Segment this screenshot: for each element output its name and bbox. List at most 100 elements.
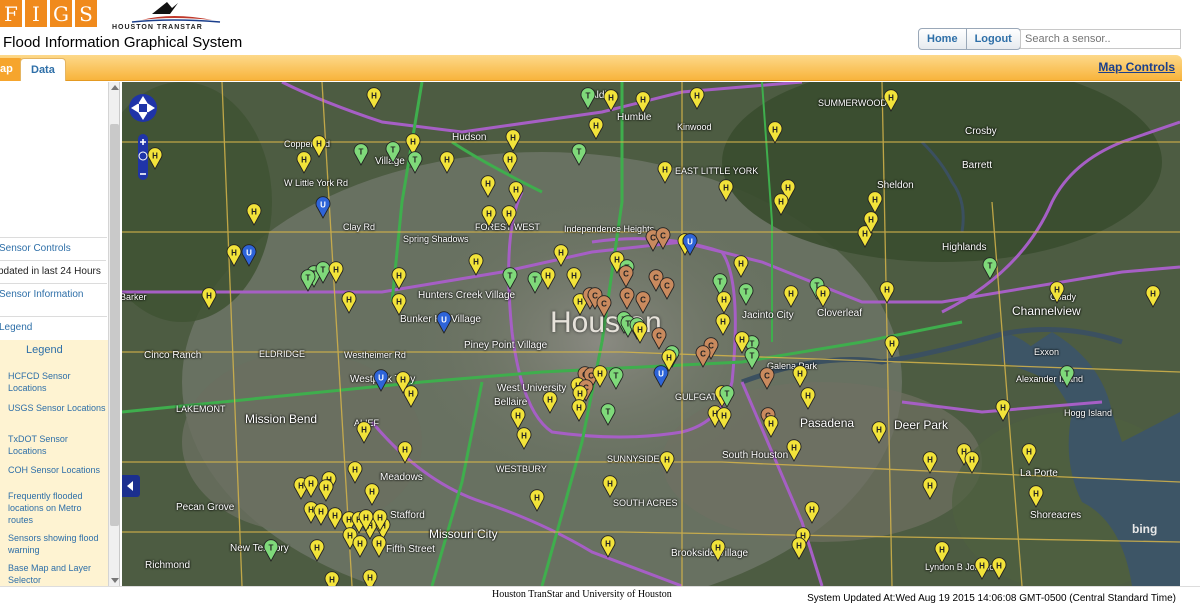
sensor-marker-hcfcd[interactable]: H xyxy=(600,535,616,558)
sensor-marker-txdot[interactable]: T xyxy=(719,385,735,408)
sensor-marker-hcfcd[interactable]: H xyxy=(296,151,312,174)
sensor-marker-hcfcd[interactable]: H xyxy=(480,175,496,198)
sensor-marker-usgs[interactable]: U xyxy=(315,196,331,219)
sensor-search-input[interactable] xyxy=(1020,29,1181,49)
scroll-down-icon[interactable] xyxy=(111,578,119,583)
sensor-marker-hcfcd[interactable]: H xyxy=(715,313,731,336)
sensor-marker-coh[interactable]: C xyxy=(659,277,675,300)
sensor-marker-hcfcd[interactable]: H xyxy=(358,509,374,532)
sensor-marker-hcfcd[interactable]: H xyxy=(352,535,368,558)
sensor-marker-hcfcd[interactable]: H xyxy=(371,535,387,558)
legend-item-base-map-selector[interactable]: Base Map and Layer Selector xyxy=(8,562,108,586)
sensor-marker-hcfcd[interactable]: H xyxy=(303,475,319,498)
sensor-marker-hcfcd[interactable]: H xyxy=(964,451,980,474)
sensor-marker-hcfcd[interactable]: H xyxy=(1049,281,1065,304)
sensor-marker-hcfcd[interactable]: H xyxy=(603,89,619,112)
sensor-marker-hcfcd[interactable]: H xyxy=(934,541,950,564)
sensor-marker-coh[interactable]: C xyxy=(635,291,651,314)
sensor-marker-txdot[interactable]: T xyxy=(982,257,998,280)
sensor-marker-txdot[interactable]: T xyxy=(600,403,616,426)
legend-header[interactable]: Legend xyxy=(0,316,107,338)
sensor-marker-hcfcd[interactable]: H xyxy=(510,407,526,430)
sensor-marker-hcfcd[interactable]: H xyxy=(632,321,648,344)
sensor-marker-hcfcd[interactable]: H xyxy=(602,475,618,498)
sensor-marker-hcfcd[interactable]: H xyxy=(226,244,242,267)
sensor-marker-hcfcd[interactable]: H xyxy=(324,571,340,586)
sensor-controls-header[interactable]: Sensor Controls xyxy=(0,237,107,259)
sensor-marker-hcfcd[interactable]: H xyxy=(542,391,558,414)
sensor-marker-hcfcd[interactable]: H xyxy=(879,281,895,304)
sensor-marker-hcfcd[interactable]: H xyxy=(309,539,325,562)
sensor-marker-hcfcd[interactable]: H xyxy=(922,451,938,474)
sensor-marker-hcfcd[interactable]: H xyxy=(505,129,521,152)
sensor-marker-hcfcd[interactable]: H xyxy=(592,365,608,388)
sensor-marker-txdot[interactable]: T xyxy=(738,283,754,306)
sensor-marker-usgs[interactable]: U xyxy=(373,369,389,392)
sensor-marker-hcfcd[interactable]: H xyxy=(767,121,783,144)
sensor-marker-hcfcd[interactable]: H xyxy=(710,539,726,562)
sensor-marker-hcfcd[interactable]: H xyxy=(501,205,517,228)
sensor-marker-hcfcd[interactable]: H xyxy=(1028,485,1044,508)
sensor-marker-usgs[interactable]: U xyxy=(682,233,698,256)
updated-last-24h-option[interactable]: pdated in last 24 Hours xyxy=(0,260,106,282)
sensor-marker-hcfcd[interactable]: H xyxy=(786,439,802,462)
sensor-marker-hcfcd[interactable]: H xyxy=(588,117,604,140)
sensor-marker-hcfcd[interactable]: H xyxy=(1145,285,1161,308)
sensor-marker-hcfcd[interactable]: H xyxy=(403,385,419,408)
sensor-marker-hcfcd[interactable]: H xyxy=(995,399,1011,422)
sensor-marker-hcfcd[interactable]: H xyxy=(246,203,262,226)
sensor-marker-txdot[interactable]: T xyxy=(1059,365,1075,388)
sensor-marker-hcfcd[interactable]: H xyxy=(540,267,556,290)
sensor-marker-hcfcd[interactable]: H xyxy=(468,253,484,276)
collapse-sidebar-button[interactable] xyxy=(122,475,140,497)
sensor-marker-hcfcd[interactable]: H xyxy=(884,335,900,358)
sensor-marker-hcfcd[interactable]: H xyxy=(553,244,569,267)
sensor-marker-hcfcd[interactable]: H xyxy=(804,501,820,524)
sensor-marker-hcfcd[interactable]: H xyxy=(635,91,651,114)
sensor-marker-txdot[interactable]: T xyxy=(300,269,316,292)
sensor-marker-hcfcd[interactable]: H xyxy=(364,483,380,506)
sensor-marker-hcfcd[interactable]: H xyxy=(871,421,887,444)
sensor-marker-txdot[interactable]: T xyxy=(407,151,423,174)
sensor-marker-hcfcd[interactable]: H xyxy=(792,365,808,388)
sensor-marker-hcfcd[interactable]: H xyxy=(716,407,732,430)
sensor-marker-hcfcd[interactable]: H xyxy=(328,261,344,284)
sidebar-scrollbar[interactable] xyxy=(108,82,119,586)
scrollbar-thumb[interactable] xyxy=(110,124,119,526)
sensor-marker-hcfcd[interactable]: H xyxy=(502,151,518,174)
sensor-marker-coh[interactable]: C xyxy=(695,345,711,368)
sensor-marker-hcfcd[interactable]: H xyxy=(201,287,217,310)
legend-item-usgs[interactable]: USGS Sensor Locations xyxy=(8,402,108,414)
sensor-marker-hcfcd[interactable]: H xyxy=(659,451,675,474)
sensor-marker-coh[interactable]: C xyxy=(618,265,634,288)
sensor-marker-txdot[interactable]: T xyxy=(353,143,369,166)
sensor-marker-hcfcd[interactable]: H xyxy=(783,285,799,308)
legend-item-coh[interactable]: COH Sensor Locations xyxy=(8,464,108,476)
sensor-marker-usgs[interactable]: U xyxy=(436,311,452,334)
sensor-marker-hcfcd[interactable]: H xyxy=(733,255,749,278)
sensor-marker-coh[interactable]: C xyxy=(596,295,612,318)
sensor-marker-hcfcd[interactable]: H xyxy=(566,267,582,290)
sensor-marker-hcfcd[interactable]: H xyxy=(391,267,407,290)
sensor-marker-txdot[interactable]: T xyxy=(385,141,401,164)
sensor-marker-hcfcd[interactable]: H xyxy=(863,211,879,234)
sensor-marker-txdot[interactable]: T xyxy=(608,367,624,390)
legend-item-hcfcd[interactable]: HCFCD Sensor Locations xyxy=(8,370,108,394)
sensor-marker-hcfcd[interactable]: H xyxy=(773,193,789,216)
legend-item-flood-warning[interactable]: Sensors showing flood warning xyxy=(8,532,108,556)
sensor-marker-hcfcd[interactable]: H xyxy=(974,557,990,580)
sensor-marker-usgs[interactable]: U xyxy=(241,244,257,267)
sensor-marker-hcfcd[interactable]: H xyxy=(397,441,413,464)
sensor-marker-hcfcd[interactable]: H xyxy=(529,489,545,512)
sensor-marker-hcfcd[interactable]: H xyxy=(362,569,378,586)
scroll-up-icon[interactable] xyxy=(111,85,119,90)
sensor-marker-hcfcd[interactable]: H xyxy=(689,87,705,110)
tab-data[interactable]: Data xyxy=(20,58,66,81)
sensor-marker-hcfcd[interactable]: H xyxy=(763,415,779,438)
sensor-marker-hcfcd[interactable]: H xyxy=(922,477,938,500)
sensor-marker-coh[interactable]: C xyxy=(655,227,671,250)
sensor-marker-usgs[interactable]: U xyxy=(653,365,669,388)
sensor-marker-txdot[interactable]: T xyxy=(571,143,587,166)
sensor-marker-hcfcd[interactable]: H xyxy=(883,89,899,112)
map-controls-link[interactable]: Map Controls xyxy=(1098,60,1175,74)
